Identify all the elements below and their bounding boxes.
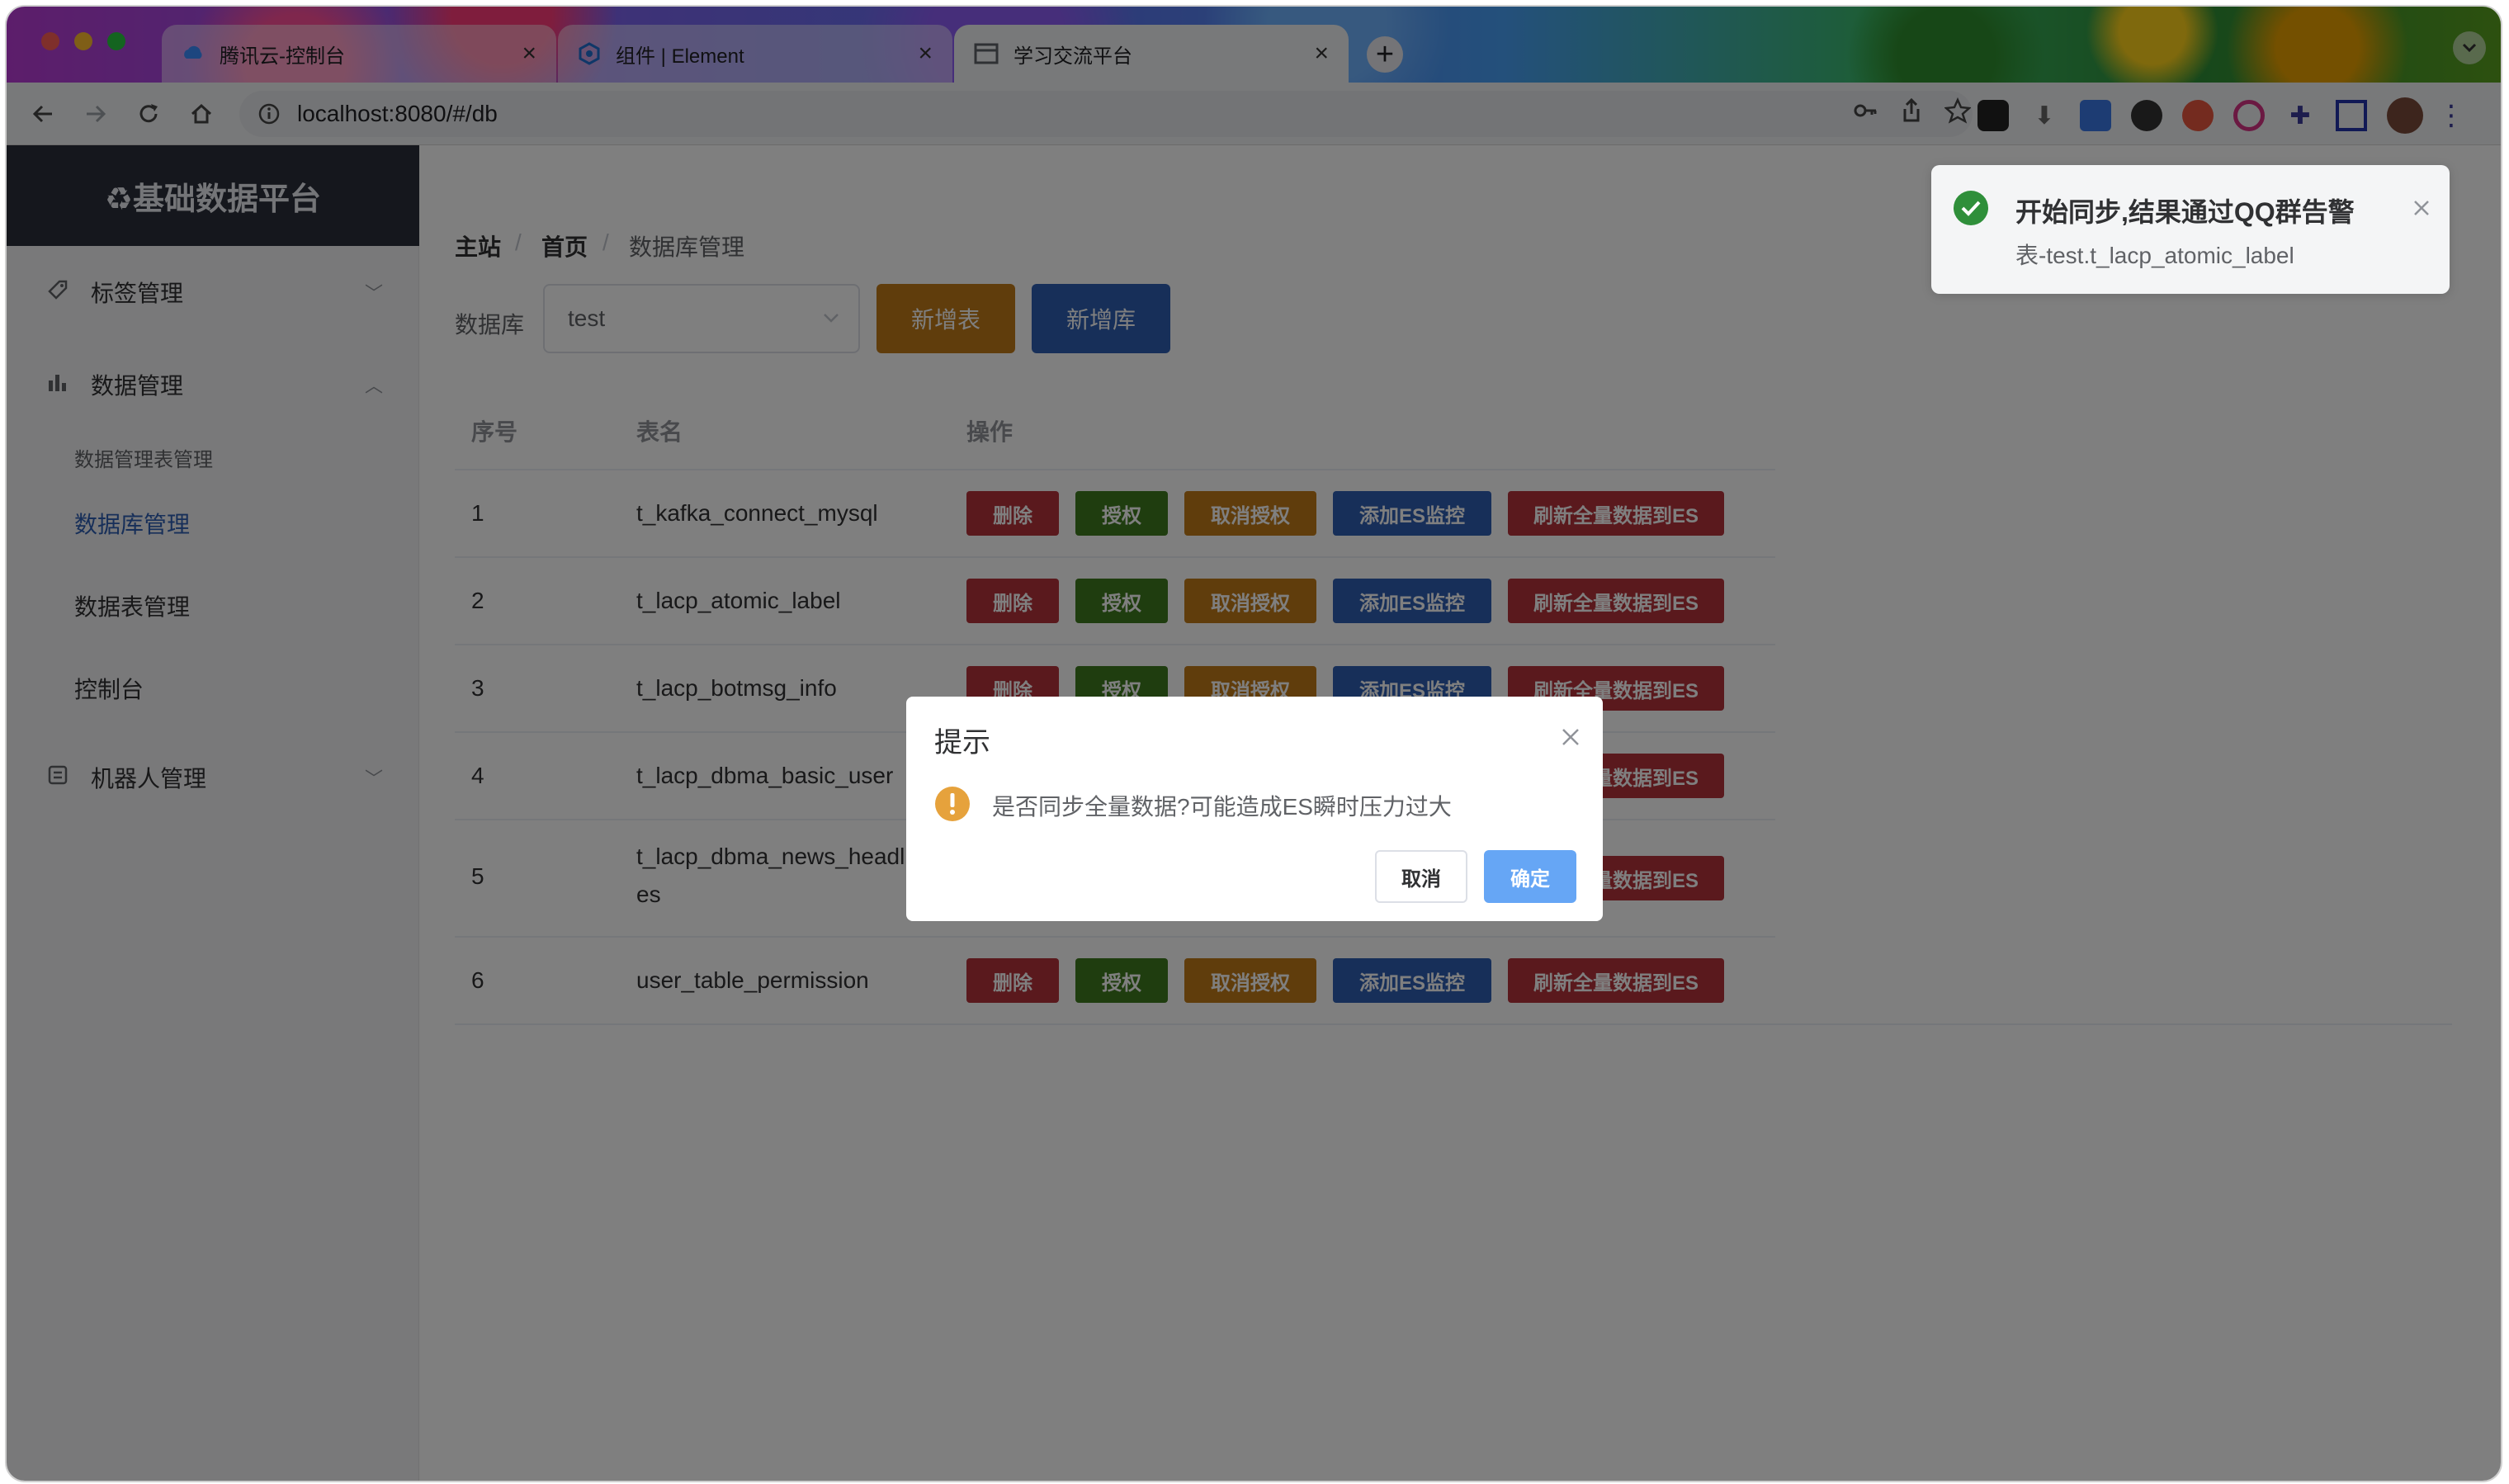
close-icon[interactable]	[2412, 198, 2431, 218]
confirm-dialog: 提示 是否同步全量数据?可能造成ES瞬时压力过大 取消 确定	[906, 697, 1603, 921]
success-check-icon	[1954, 191, 1988, 225]
notification-toast: 开始同步,结果通过QQ群告警 表-test.t_lacp_atomic_labe…	[1931, 165, 2450, 294]
cancel-button[interactable]: 取消	[1375, 850, 1467, 903]
dialog-message: 是否同步全量数据?可能造成ES瞬时压力过大	[992, 794, 1452, 820]
close-icon[interactable]	[1560, 726, 1581, 748]
warning-icon	[935, 787, 970, 821]
notification-title: 开始同步,结果通过QQ群告警	[2015, 197, 2355, 227]
confirm-button[interactable]: 确定	[1484, 850, 1576, 903]
notification-message: 表-test.t_lacp_atomic_label	[2015, 243, 2294, 268]
dialog-title: 提示	[934, 727, 990, 759]
